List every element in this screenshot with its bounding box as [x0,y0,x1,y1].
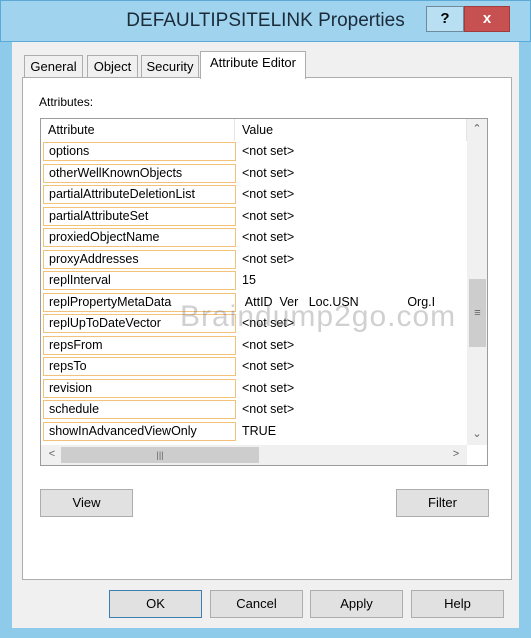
attribute-name: options [43,142,236,161]
vertical-scroll-thumb[interactable]: ≡ [469,279,486,347]
scroll-down-icon[interactable]: ⌄ [468,427,486,440]
ok-button[interactable]: OK [109,590,202,618]
attribute-name: revision [43,378,236,398]
tab-object[interactable]: Object [87,55,138,78]
attribute-value: <not set> [242,316,295,330]
attribute-name: repsTo [43,357,236,376]
attribute-value: TRUE [242,423,277,438]
view-label: View [72,495,101,510]
table-row[interactable]: replUpToDateVector <not set> [41,313,467,334]
attribute-name: replUpToDateVector [43,314,236,333]
attribute-value: <not set> [242,251,295,266]
attribute-value: <not set> [242,380,295,395]
scroll-left-icon[interactable]: < [43,448,61,460]
table-row[interactable]: revision <not set> [41,378,467,399]
attribute-name: replInterval [43,271,236,290]
attribute-value: AttID Ver Loc.USN Org.I [242,294,436,309]
table-row[interactable]: options <not set> [41,141,467,162]
attribute-value: 15 [242,273,256,287]
attribute-name: replPropertyMetaData [43,292,236,312]
close-button[interactable]: x [464,6,510,32]
attribute-value: <not set> [242,144,295,158]
column-header-value[interactable]: Value [235,119,467,141]
tab-general[interactable]: General [24,55,83,78]
tab-security[interactable]: Security [141,55,199,78]
attribute-name: partialAttributeSet [43,206,236,226]
table-row[interactable]: partialAttributeSet <not set> [41,206,467,227]
attribute-name: showInAdvancedViewOnly [43,421,236,441]
table-row[interactable]: proxiedObjectName <not set> [41,227,467,248]
attribute-value: <not set> [242,359,295,373]
attribute-value: <not set> [242,337,295,352]
table-row[interactable]: partialAttributeDeletionList <not set> [41,184,467,205]
table-row[interactable]: replInterval 15 [41,270,467,291]
attribute-name: repsFrom [43,335,236,355]
apply-button[interactable]: Apply [310,590,403,618]
help-button[interactable]: Help [411,590,504,618]
grip-icon: ≡ [474,307,481,319]
table-row[interactable]: replPropertyMetaData AttID Ver Loc.USN O… [41,292,467,313]
scroll-right-icon[interactable]: > [447,448,465,460]
horizontal-scroll-thumb[interactable]: ||| [61,447,259,463]
attribute-name: partialAttributeDeletionList [43,185,236,204]
tab-attribute-editor[interactable]: Attribute Editor [200,51,306,79]
table-row[interactable]: otherWellKnownObjects <not set> [41,163,467,184]
attribute-value: <not set> [242,402,295,416]
table-row[interactable]: showInAdvancedViewOnly TRUE [41,421,467,442]
attribute-name: otherWellKnownObjects [43,163,236,183]
table-row[interactable]: schedule <not set> [41,399,467,420]
grip-icon: ||| [156,450,164,460]
filter-label: Filter [428,495,457,510]
attributes-label: Attributes: [39,95,94,109]
attribute-name: proxyAddresses [43,249,236,269]
view-button[interactable]: View [40,489,133,517]
cancel-button[interactable]: Cancel [210,590,303,618]
scroll-up-icon[interactable]: ⌃ [468,122,486,135]
attribute-value: <not set> [242,165,295,180]
attribute-name: proxiedObjectName [43,228,236,247]
column-header-attribute[interactable]: Attribute [41,119,235,141]
help-title-button[interactable]: ? [426,6,464,32]
table-row[interactable]: repsFrom <not set> [41,335,467,356]
filter-button[interactable]: Filter [396,489,489,517]
table-row[interactable]: proxyAddresses <not set> [41,249,467,270]
attribute-value: <not set> [242,208,295,223]
attributes-list[interactable]: Attribute Value options <not set> otherWel… [40,118,488,466]
attribute-name: schedule [43,400,236,419]
attribute-value: <not set> [242,230,295,244]
table-row[interactable]: repsTo <not set> [41,356,467,377]
attribute-value: <not set> [242,187,295,201]
